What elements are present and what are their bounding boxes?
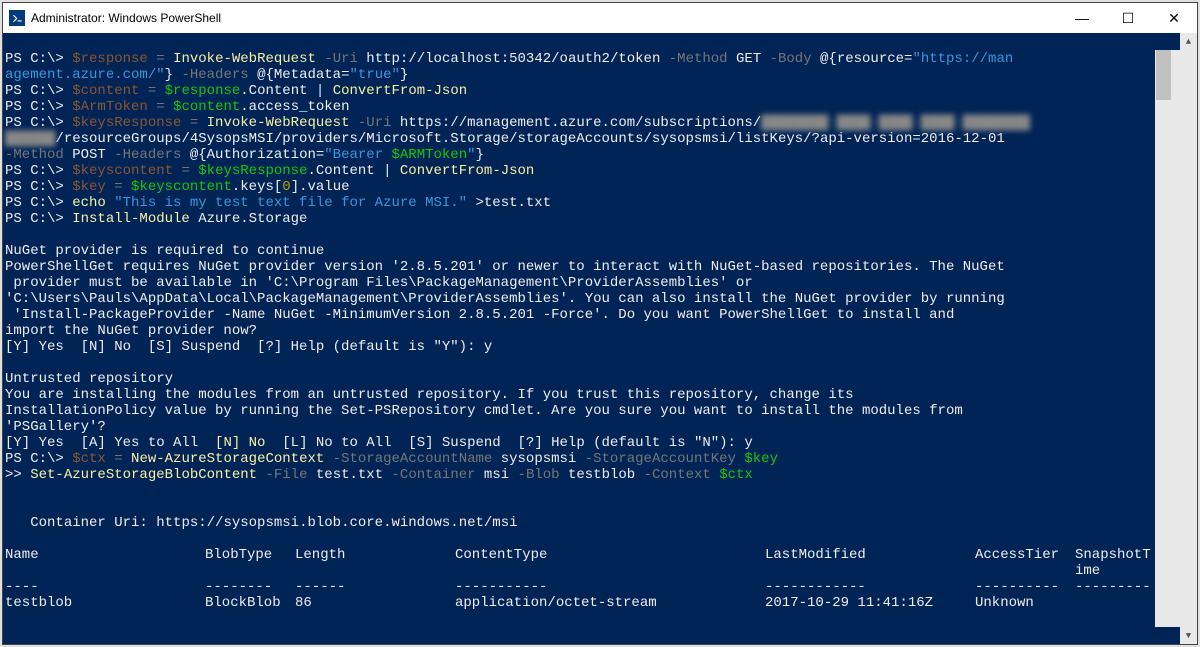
terminal-line: -Method POST -Headers @{Authorization="B… xyxy=(5,147,484,163)
untrust-text: 'PSGallery'? xyxy=(5,419,106,435)
nuget-text: 'Install-PackageProvider -Name NuGet -Mi… xyxy=(5,307,954,323)
window-title: Administrator: Windows PowerShell xyxy=(31,11,1059,25)
terminal-line: PS C:\> $keyscontent = $keysResponse.Con… xyxy=(5,163,534,179)
table-header: NameBlobTypeLengthContentTypeLastModifie… xyxy=(5,547,1151,563)
terminal-line xyxy=(5,355,13,371)
table-row: testblobBlockBlob86application/octet-str… xyxy=(5,595,1075,611)
nuget-text: provider must be available in 'C:\Progra… xyxy=(5,275,753,291)
container-uri: Container Uri: https://sysopsmsi.blob.co… xyxy=(5,515,518,531)
terminal-line xyxy=(5,483,13,499)
redacted-text: ██████ xyxy=(5,131,55,147)
nuget-prompt: [Y] Yes [N] No [S] Suspend [?] Help (def… xyxy=(5,339,492,355)
untrust-prompt: [Y] Yes [A] Yes to All [N] No [L] No to … xyxy=(5,435,753,451)
minimize-button[interactable]: — xyxy=(1059,3,1105,33)
terminal-line: PS C:\> $ctx = New-AzureStorageContext -… xyxy=(5,451,778,467)
terminal-line: PS C:\> $keysResponse = Invoke-WebReques… xyxy=(5,115,1030,131)
close-button[interactable]: ✕ xyxy=(1151,3,1197,33)
untrust-text: You are installing the modules from an u… xyxy=(5,387,854,403)
maximize-button[interactable]: ☐ xyxy=(1105,3,1151,33)
nuget-text: import the NuGet provider now? xyxy=(5,323,257,339)
untrust-text: InstallationPolicy value by running the … xyxy=(5,403,963,419)
nuget-text: 'C:\Users\Pauls\AppData\Local\PackageMan… xyxy=(5,291,1005,307)
window-controls: — ☐ ✕ xyxy=(1059,3,1197,33)
nuget-header: NuGet provider is required to continue xyxy=(5,243,324,259)
terminal-line: PS C:\> $ArmToken = $content.access_toke… xyxy=(5,99,350,115)
terminal-line: PS C:\> $key = $keyscontent.keys[0].valu… xyxy=(5,179,350,195)
terminal[interactable]: PS C:\> $response = Invoke-WebRequest -U… xyxy=(3,33,1197,644)
terminal-line xyxy=(5,531,13,547)
terminal-line xyxy=(5,227,13,243)
terminal-line: >> Set-AzureStorageBlobContent -File tes… xyxy=(5,467,753,483)
scroll-track[interactable] xyxy=(1155,50,1197,627)
powershell-icon xyxy=(9,10,25,26)
terminal-line xyxy=(5,499,13,515)
terminal-line: PS C:\> $content = $response.Content | C… xyxy=(5,83,467,99)
scroll-down-button[interactable]: ▼ xyxy=(1180,627,1197,644)
titlebar[interactable]: Administrator: Windows PowerShell — ☐ ✕ xyxy=(3,3,1197,33)
table-header-wrap: ime xyxy=(5,563,1100,579)
powershell-window: Administrator: Windows PowerShell — ☐ ✕ … xyxy=(2,2,1198,645)
redacted-text: ████████-████-████-████-████████ xyxy=(761,115,1030,131)
terminal-line xyxy=(5,611,13,627)
terminal-line: agement.azure.com/"} -Headers @{Metadata… xyxy=(5,67,408,83)
table-divider: ----------------------------------------… xyxy=(5,579,1151,595)
scroll-up-button[interactable]: ▲ xyxy=(1180,33,1197,50)
terminal-line: ██████/resourceGroups/4SysopsMSI/provide… xyxy=(5,131,1005,147)
scroll-thumb[interactable] xyxy=(1156,50,1171,100)
untrust-header: Untrusted repository xyxy=(5,371,173,387)
terminal-line: PS C:\> echo "This is my test text file … xyxy=(5,195,551,211)
scrollbar[interactable]: ▲ ▼ xyxy=(1180,33,1197,644)
prompt-line: PS C:\> xyxy=(5,643,81,644)
terminal-line xyxy=(5,627,13,643)
terminal-line: PS C:\> Install-Module Azure.Storage xyxy=(5,211,307,227)
terminal-line: PS C:\> $response = Invoke-WebRequest -U… xyxy=(5,51,1013,67)
nuget-text: PowerShellGet requires NuGet provider ve… xyxy=(5,259,1005,275)
